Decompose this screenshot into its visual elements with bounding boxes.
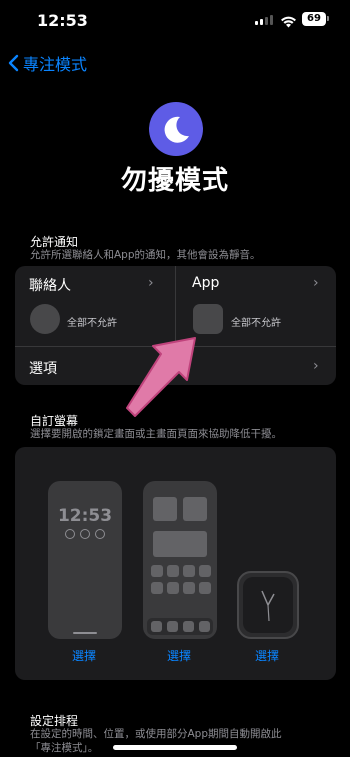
choose-watch-face-button[interactable]: 選擇 (255, 647, 279, 664)
chevron-right-icon: › (148, 275, 154, 291)
chevron-right-icon: › (313, 275, 319, 291)
signal-icon (255, 15, 273, 25)
battery-tip (327, 16, 329, 21)
lock-screen-preview[interactable] (48, 481, 122, 639)
lock-screen-home-bar (73, 632, 97, 634)
people-value: 全部不允許 (67, 318, 117, 329)
custom-screen-subtitle: 選擇要開啟的鎖定畫面或主畫面頁面來協助降低干擾。 (30, 428, 282, 440)
chevron-right-icon: › (313, 358, 319, 374)
page-title: 勿擾模式 (120, 166, 229, 196)
allowed-section-subtitle: 允許所選聯絡人和App的通知，其他會設為靜音。 (30, 249, 261, 261)
home-indicator (113, 745, 237, 750)
back-button[interactable]: 專注模式 (8, 51, 87, 75)
people-label: 聯絡人 (29, 278, 71, 294)
contact-placeholder-avatar (30, 304, 60, 334)
lock-screen-widgets (48, 529, 122, 539)
schedule-subtitle-line2: 「專注模式」。 (30, 742, 99, 754)
wifi-icon (280, 13, 297, 32)
apps-value: 全部不允許 (231, 318, 281, 329)
back-chevron-icon (8, 54, 19, 72)
arrow-icon (115, 330, 205, 424)
back-label: 專注模式 (23, 55, 88, 74)
choose-home-screen-button[interactable]: 選擇 (167, 647, 191, 664)
battery-icon: 69 (302, 12, 326, 26)
lock-screen-time: 12:53 (57, 506, 113, 526)
focus-icon (149, 102, 203, 156)
moon-icon (164, 116, 189, 143)
choose-lock-screen-button[interactable]: 選擇 (72, 647, 96, 664)
home-screen-preview[interactable] (143, 481, 217, 639)
status-time: 12:53 (37, 11, 88, 30)
watch-face-display (243, 577, 293, 633)
options-label: 選項 (29, 361, 57, 377)
schedule-subtitle-line1: 在設定的時間、位置，或使用部分App期間自動開啟此 (30, 728, 282, 740)
apps-label: App (192, 275, 220, 291)
